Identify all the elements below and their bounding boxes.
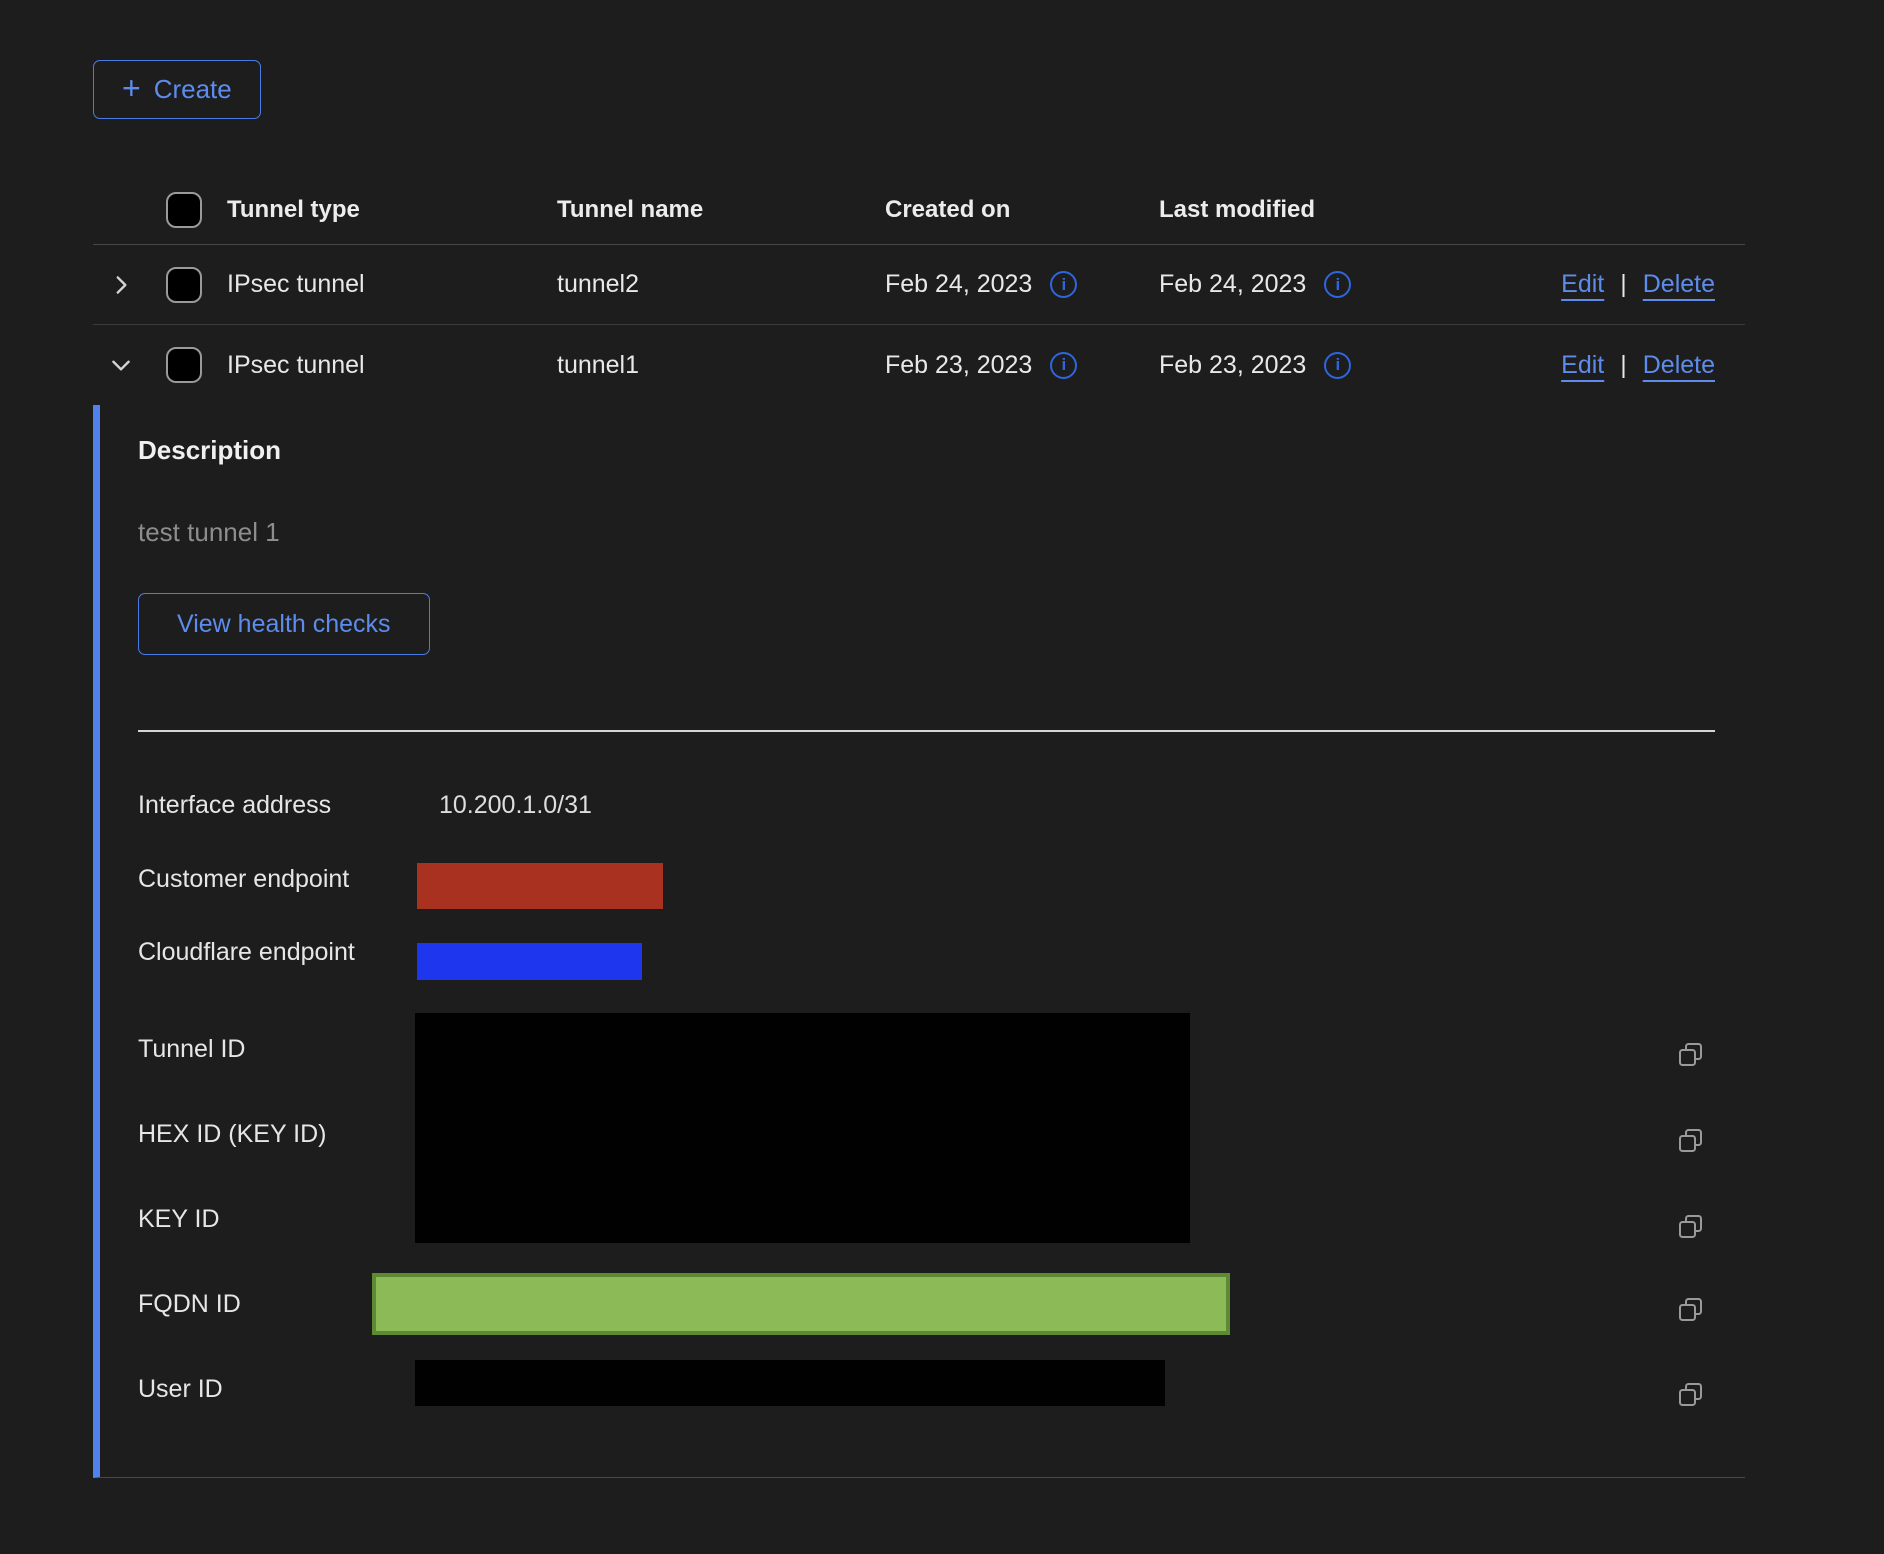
created-on-cell: Feb 23, 2023 i (877, 351, 1151, 380)
customer-endpoint-redacted-block (417, 863, 663, 909)
tunnel-type-cell: IPsec tunnel (219, 351, 549, 380)
edit-link[interactable]: Edit (1561, 351, 1604, 380)
header-last-modified: Last modified (1151, 196, 1531, 224)
header-tunnel-name: Tunnel name (549, 196, 877, 224)
info-icon-glyph: i (1061, 355, 1066, 375)
collapse-row-button[interactable] (93, 352, 149, 378)
row-actions: Edit | Delete (1531, 270, 1745, 299)
row-actions: Edit | Delete (1531, 351, 1745, 380)
copy-icon-glyph (1677, 1381, 1705, 1409)
create-button-label: Create (154, 74, 232, 105)
created-on-value: Feb 23, 2023 (885, 351, 1032, 380)
last-modified-value: Feb 23, 2023 (1159, 351, 1306, 380)
section-divider (138, 730, 1715, 732)
chevron-down-icon (108, 352, 134, 378)
cloudflare-endpoint-redacted-block (417, 943, 642, 980)
row-checkbox[interactable] (166, 267, 202, 303)
copy-icon[interactable] (1677, 1041, 1705, 1069)
copy-icon[interactable] (1677, 1213, 1705, 1241)
user-id-label: User ID (138, 1375, 223, 1404)
table-row: IPsec tunnel tunnel1 Feb 23, 2023 i Feb … (93, 325, 1745, 405)
header-checkbox-cell (149, 192, 219, 228)
copy-icon[interactable] (1677, 1127, 1705, 1155)
info-icon[interactable]: i (1324, 271, 1351, 298)
customer-endpoint-label: Customer endpoint (138, 865, 349, 894)
copy-icon-glyph (1677, 1127, 1705, 1155)
last-modified-cell: Feb 24, 2023 i (1151, 270, 1531, 299)
select-all-checkbox[interactable] (166, 192, 202, 228)
ids-redacted-block (415, 1013, 1190, 1243)
copy-icon[interactable] (1677, 1381, 1705, 1409)
header-tunnel-type: Tunnel type (219, 196, 549, 224)
table-header: Tunnel type Tunnel name Created on Last … (93, 175, 1745, 245)
create-button[interactable]: + Create (93, 60, 261, 119)
row-checkbox[interactable] (166, 347, 202, 383)
user-id-redacted-block (415, 1360, 1165, 1406)
tunnels-table: Tunnel type Tunnel name Created on Last … (93, 175, 1745, 1478)
copy-icon-glyph (1677, 1296, 1705, 1324)
interface-address-label: Interface address (138, 791, 331, 820)
table-row: IPsec tunnel tunnel2 Feb 24, 2023 i Feb … (93, 245, 1745, 325)
info-icon[interactable]: i (1050, 352, 1077, 379)
info-icon-glyph: i (1335, 275, 1340, 295)
tunnel-name-cell: tunnel2 (549, 270, 877, 299)
delete-link[interactable]: Delete (1643, 351, 1715, 380)
created-on-value: Feb 24, 2023 (885, 270, 1032, 299)
created-on-cell: Feb 24, 2023 i (877, 270, 1151, 299)
tunnel-type-cell: IPsec tunnel (219, 270, 549, 299)
actions-separator: | (1620, 270, 1627, 299)
chevron-right-icon (108, 272, 134, 298)
info-icon-glyph: i (1061, 275, 1066, 295)
info-icon-glyph: i (1335, 355, 1340, 375)
expand-row-button[interactable] (93, 272, 149, 298)
description-label: Description (138, 435, 281, 466)
copy-icon-glyph (1677, 1213, 1705, 1241)
last-modified-cell: Feb 23, 2023 i (1151, 351, 1531, 380)
copy-icon[interactable] (1677, 1296, 1705, 1324)
tunnel-id-label: Tunnel ID (138, 1035, 245, 1064)
fqdn-id-redacted-block (372, 1273, 1230, 1335)
info-icon[interactable]: i (1050, 271, 1077, 298)
description-value: test tunnel 1 (138, 517, 280, 548)
cloudflare-endpoint-label: Cloudflare endpoint (138, 938, 355, 967)
hex-id-label: HEX ID (KEY ID) (138, 1120, 326, 1149)
fqdn-id-label: FQDN ID (138, 1290, 241, 1319)
delete-link[interactable]: Delete (1643, 270, 1715, 299)
key-id-label: KEY ID (138, 1205, 220, 1234)
tunnel-name-cell: tunnel1 (549, 351, 877, 380)
tunnels-page: + Create Tunnel type Tunnel name Created… (0, 0, 1884, 1554)
header-created-on: Created on (877, 196, 1151, 224)
expanded-panel: Description test tunnel 1 View health ch… (93, 405, 1745, 1478)
actions-separator: | (1620, 351, 1627, 380)
copy-icon-glyph (1677, 1041, 1705, 1069)
edit-link[interactable]: Edit (1561, 270, 1604, 299)
last-modified-value: Feb 24, 2023 (1159, 270, 1306, 299)
view-health-checks-button[interactable]: View health checks (138, 593, 430, 655)
interface-address-value: 10.200.1.0/31 (439, 791, 592, 820)
info-icon[interactable]: i (1324, 352, 1351, 379)
plus-icon: + (122, 72, 141, 104)
